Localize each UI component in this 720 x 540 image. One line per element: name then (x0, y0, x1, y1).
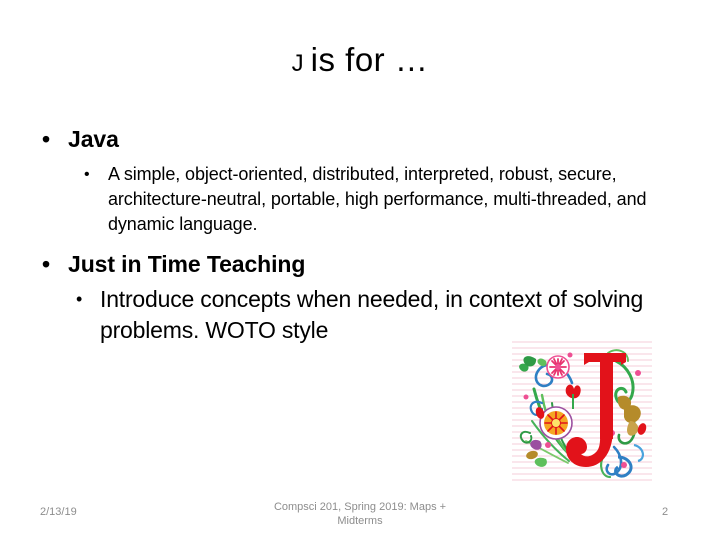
footer-course-info: Compsci 201, Spring 2019: Maps + Midterm… (205, 500, 515, 528)
bullet-text: Just in Time Teaching (68, 251, 306, 277)
footer-course-line-1: Compsci 201, Spring 2019: Maps + (273, 501, 447, 513)
illuminated-letter-j-image (512, 337, 652, 487)
bullet-glyph-icon: • (42, 126, 50, 152)
footer-page-number: 2 (661, 506, 669, 518)
slide-canvas: Jis for … • Java • A simple, object-orie… (0, 0, 720, 540)
footer-date: 2/13/19 (40, 506, 77, 518)
bullet-level1-java: • Java (0, 124, 720, 154)
bullet-text: Java (68, 126, 119, 152)
page-title: Jis for … (0, 38, 720, 86)
bullet-glyph-icon: • (42, 251, 50, 277)
bullet-glyph-icon: • (76, 289, 83, 309)
footer-course-line-2: Midterms (337, 515, 383, 527)
bullet-level2-java-description: • A simple, object-oriented, distributed… (0, 162, 720, 237)
title-drop-cap: J (291, 50, 304, 77)
bullet-glyph-icon: • (84, 166, 90, 183)
slide-body: • Java • A simple, object-oriented, dist… (0, 124, 720, 346)
bullet-text: A simple, object-oriented, distributed, … (108, 164, 647, 234)
title-text: is for … (310, 41, 429, 78)
bullet-text: Introduce concepts when needed, in conte… (100, 286, 644, 343)
bullet-level1-just-in-time-teaching: • Just in Time Teaching (0, 249, 720, 279)
